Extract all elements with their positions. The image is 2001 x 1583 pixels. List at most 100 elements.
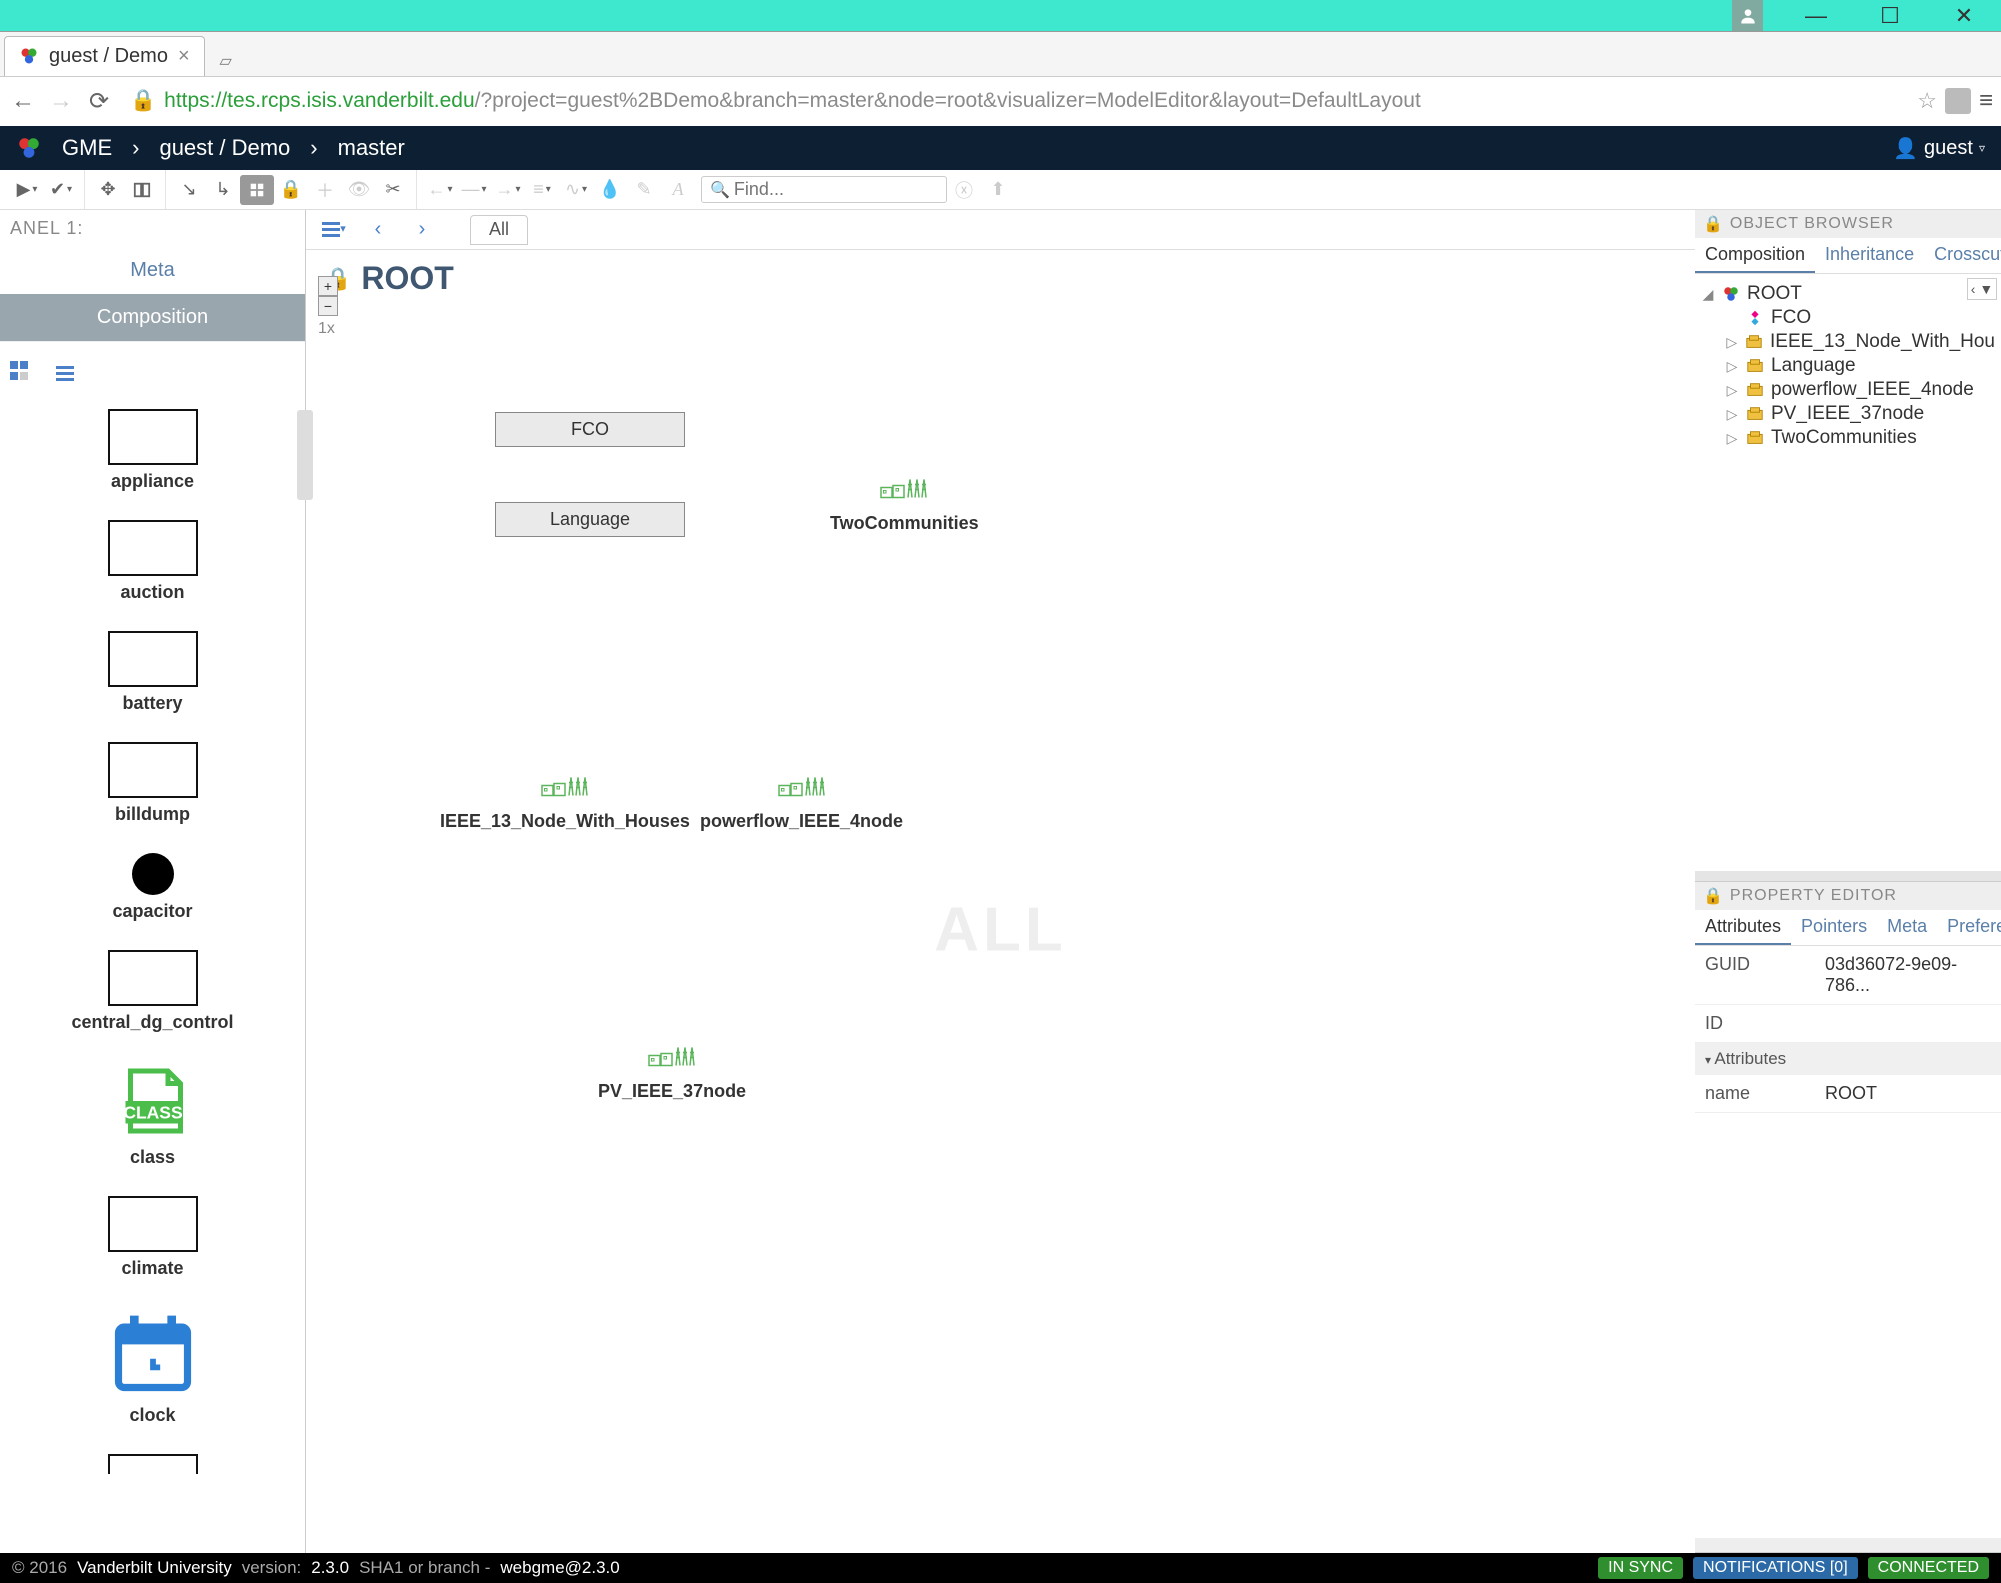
- ob-tab-crosscut[interactable]: Crosscut: [1924, 238, 2001, 273]
- user-icon: 👤: [1893, 136, 1918, 161]
- object-tree[interactable]: ‹ ▼ ◢ ROOT FCO▷IEEE_13_Node_With_Hou▷Lan…: [1695, 274, 2001, 871]
- browser-back-button[interactable]: ←: [8, 86, 38, 116]
- expander-icon[interactable]: ▷: [1725, 430, 1739, 447]
- palette-item-class[interactable]: CLASSclass: [63, 1061, 243, 1168]
- palette-item-climate[interactable]: climate: [63, 1196, 243, 1279]
- window-maximize-button[interactable]: ☐: [1853, 0, 1927, 31]
- grid-view-icon[interactable]: [10, 352, 30, 381]
- prop-row-name[interactable]: name ROOT: [1695, 1075, 2001, 1113]
- expander-open-icon[interactable]: ◢: [1701, 286, 1715, 303]
- ob-tab-composition[interactable]: Composition: [1695, 238, 1815, 273]
- expander-icon[interactable]: ▷: [1725, 334, 1739, 351]
- palette-item-central_dg_control[interactable]: central_dg_control: [63, 950, 243, 1033]
- breadcrumb-menu-button[interactable]: [314, 222, 354, 237]
- palette-item-clock[interactable]: clock: [63, 1307, 243, 1426]
- pe-tab-pointers[interactable]: Pointers: [1791, 910, 1877, 945]
- node-item[interactable]: IEEE_13_Node_With_Houses: [440, 767, 690, 832]
- property-editor-hscrollbar[interactable]: [1695, 1538, 2001, 1552]
- upload-button[interactable]: ⬆: [981, 175, 1015, 205]
- window-minimize-button[interactable]: —: [1779, 0, 1853, 31]
- palette-scroll[interactable]: appliance auction battery billdump capacitor…: [0, 391, 305, 1553]
- nav-next-button[interactable]: ›: [402, 218, 442, 241]
- breadcrumb-project[interactable]: guest / Demo: [159, 135, 290, 161]
- status-connection-badge[interactable]: CONNECTED: [1868, 1557, 1989, 1579]
- move-button[interactable]: ✥: [91, 175, 125, 205]
- snap-grid-button[interactable]: [240, 175, 274, 205]
- tree-row[interactable]: FCO: [1725, 306, 1995, 330]
- lock-button[interactable]: 🔒: [274, 175, 308, 205]
- expander-icon[interactable]: ▷: [1725, 406, 1739, 423]
- prop-value[interactable]: ROOT: [1825, 1083, 1991, 1104]
- tab-close-icon[interactable]: ×: [178, 45, 190, 68]
- expander-icon[interactable]: ▷: [1725, 358, 1739, 375]
- browser-newtab-button[interactable]: ▱: [211, 46, 241, 76]
- nav-prev-button[interactable]: ‹: [358, 218, 398, 241]
- pe-tab-preferences[interactable]: Preferences: [1937, 910, 2001, 945]
- node-item[interactable]: PV_IEEE_37node: [598, 1037, 746, 1102]
- tree-row[interactable]: ▷TwoCommunities: [1725, 426, 1995, 450]
- line-style-button[interactable]: —: [457, 175, 491, 205]
- arrow-right-style-button[interactable]: →: [491, 175, 525, 205]
- search-box[interactable]: 🔍: [701, 176, 947, 203]
- zoom-in-button[interactable]: +: [318, 276, 338, 296]
- cut-connection-button[interactable]: ✂: [376, 175, 410, 205]
- list-view-icon[interactable]: [56, 352, 74, 381]
- tree-row[interactable]: ▷PV_IEEE_37node: [1725, 402, 1995, 426]
- palette-item-capacitor[interactable]: capacitor: [63, 853, 243, 922]
- ob-tab-inheritance[interactable]: Inheritance: [1815, 238, 1924, 273]
- clear-search-button[interactable]: ⓧ: [947, 175, 981, 205]
- expander-icon[interactable]: ▷: [1725, 382, 1739, 399]
- text-button[interactable]: A: [661, 175, 695, 205]
- connector-line-button[interactable]: ↘: [172, 175, 206, 205]
- canvas-tab-all[interactable]: All: [470, 215, 528, 245]
- edit-pen-button[interactable]: ✎: [627, 175, 661, 205]
- curve-style-button[interactable]: ∿: [559, 175, 593, 205]
- bookmark-star-icon[interactable]: ☆: [1917, 88, 1937, 114]
- user-menu[interactable]: 👤 guest ▿: [1893, 136, 1985, 161]
- check-button[interactable]: ✔: [44, 175, 78, 205]
- prop-group-attributes[interactable]: Attributes: [1695, 1043, 2001, 1075]
- palette-item-appliance[interactable]: appliance: [63, 409, 243, 492]
- window-close-button[interactable]: ✕: [1927, 0, 2001, 31]
- connector-angle-button[interactable]: ↳: [206, 175, 240, 205]
- node-item[interactable]: powerflow_IEEE_4node: [700, 767, 903, 832]
- browser-tab[interactable]: guest / Demo ×: [4, 36, 205, 76]
- left-tab-composition[interactable]: Composition: [0, 294, 305, 341]
- visibility-button[interactable]: 👁: [342, 175, 376, 205]
- browser-menu-button[interactable]: ≡: [1979, 87, 1993, 115]
- breadcrumb-branch[interactable]: master: [338, 135, 405, 161]
- palette-item-auction[interactable]: auction: [63, 520, 243, 603]
- left-tab-meta[interactable]: Meta: [0, 247, 305, 294]
- pe-tab-attributes[interactable]: Attributes: [1695, 910, 1791, 945]
- tree-row[interactable]: ▷IEEE_13_Node_With_Hou: [1725, 330, 1995, 354]
- node-item[interactable]: TwoCommunities: [830, 469, 979, 534]
- os-user-badge[interactable]: [1732, 0, 1763, 31]
- status-sync-badge[interactable]: IN SYNC: [1598, 1557, 1683, 1579]
- search-input[interactable]: [734, 179, 938, 200]
- arrow-left-style-button[interactable]: ←: [423, 175, 457, 205]
- prop-row-guid[interactable]: GUID 03d36072-9e09-786...: [1695, 946, 2001, 1005]
- app-name[interactable]: GME: [62, 135, 112, 161]
- node-box-language[interactable]: Language: [495, 502, 685, 537]
- tree-row[interactable]: ▷Language: [1725, 354, 1995, 378]
- node-box-fco[interactable]: FCO: [495, 412, 685, 447]
- prop-row-id[interactable]: ID: [1695, 1005, 2001, 1043]
- pe-tab-meta[interactable]: Meta: [1877, 910, 1937, 945]
- play-button[interactable]: ▶: [10, 175, 44, 205]
- align-button[interactable]: ≡: [525, 175, 559, 205]
- browser-extension-button[interactable]: [1945, 88, 1971, 114]
- object-browser-hscrollbar[interactable]: [1695, 871, 2001, 881]
- ink-button[interactable]: 💧: [593, 175, 627, 205]
- status-notifications-badge[interactable]: NOTIFICATIONS [0]: [1693, 1557, 1858, 1579]
- browser-url-input[interactable]: 🔒 https://tes.rcps.isis.vanderbilt.edu/?…: [122, 89, 1909, 113]
- tree-root-row[interactable]: ◢ ROOT: [1701, 282, 1995, 306]
- sidebyside-button[interactable]: [125, 175, 159, 205]
- browser-forward-button[interactable]: →: [46, 86, 76, 116]
- palette-item-billdump[interactable]: billdump: [63, 742, 243, 825]
- palette-item-battery[interactable]: battery: [63, 631, 243, 714]
- browser-reload-button[interactable]: ⟳: [84, 86, 114, 116]
- tree-row[interactable]: ▷powerflow_IEEE_4node: [1725, 378, 1995, 402]
- add-button[interactable]: ＋: [308, 175, 342, 205]
- tree-filter-button[interactable]: ‹ ▼: [1967, 278, 1997, 300]
- diagram-canvas[interactable]: ALL FCOLanguageTwoCommunitiesIEEE_13_Nod…: [306, 307, 1695, 1553]
